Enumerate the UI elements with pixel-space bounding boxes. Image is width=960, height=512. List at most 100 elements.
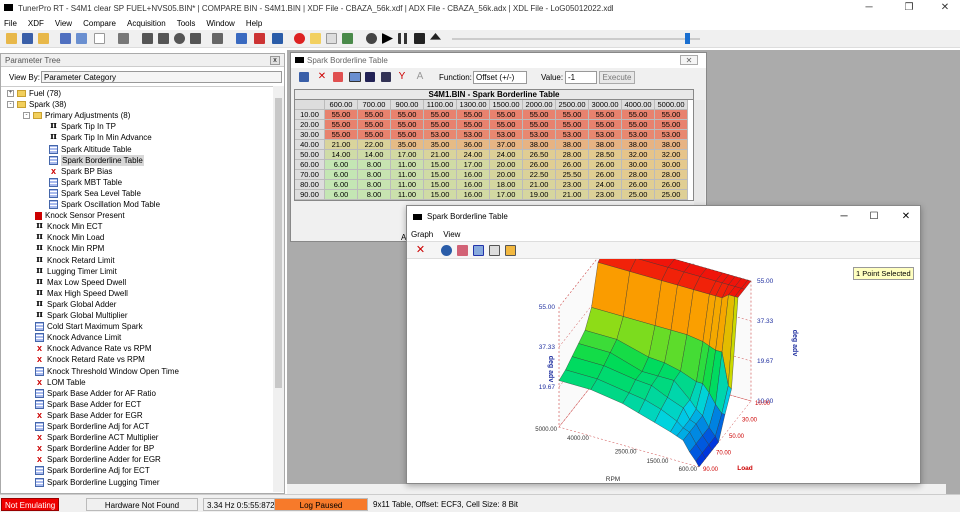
table-cell[interactable]: 11.00 xyxy=(391,170,424,180)
table-cell[interactable]: 22.50 xyxy=(523,170,556,180)
tree-item[interactable]: π Lugging Timer Limit xyxy=(35,266,117,277)
table-cell[interactable]: 24.00 xyxy=(490,150,523,160)
play-icon[interactable] xyxy=(382,33,393,44)
menu-compare[interactable]: Compare xyxy=(83,19,116,28)
table-cell[interactable]: 55.00 xyxy=(325,130,358,140)
tree-item[interactable]: x Knock Retard Rate vs RPM xyxy=(35,354,145,365)
table-cell[interactable]: 55.00 xyxy=(589,110,622,120)
table-cell[interactable]: 36.00 xyxy=(457,140,490,150)
row-header[interactable]: 80.00 xyxy=(295,180,325,190)
table-cell[interactable]: 11.00 xyxy=(391,160,424,170)
execute-button[interactable]: Execute xyxy=(599,71,635,84)
arrow-up-icon[interactable] xyxy=(142,33,153,44)
row-header[interactable]: 10.00 xyxy=(295,110,325,120)
import-icon[interactable] xyxy=(60,33,71,44)
tree-item[interactable]: Spark Borderline Adj for ECT xyxy=(35,465,150,476)
table-cell[interactable]: 23.00 xyxy=(589,190,622,200)
table-cell[interactable]: 17.00 xyxy=(490,190,523,200)
tree-item[interactable]: Spark MBT Table xyxy=(49,177,122,188)
tree-item[interactable]: Knock Threshold Window Open Time xyxy=(35,366,179,377)
menu-window[interactable]: Window xyxy=(206,19,234,28)
tree-item[interactable]: π Knock Min ECT xyxy=(35,221,102,232)
table-cell[interactable]: 53.00 xyxy=(589,130,622,140)
column-header[interactable]: 4000.00 xyxy=(622,100,655,110)
table-cell[interactable]: 17.00 xyxy=(391,150,424,160)
table-cell[interactable]: 15.00 xyxy=(424,170,457,180)
table-cell[interactable]: 28.00 xyxy=(622,170,655,180)
table-cell[interactable]: 21.00 xyxy=(556,190,589,200)
tree-item[interactable]: π Knock Retard Limit xyxy=(35,255,114,266)
tree-item[interactable]: Knock Advance Limit xyxy=(35,332,121,343)
table-cell[interactable]: 20.00 xyxy=(490,170,523,180)
graph-minimize-button[interactable]: ─ xyxy=(829,206,859,228)
tree-item[interactable]: Spark Base Adder for AF Ratio xyxy=(35,388,156,399)
column-header[interactable]: 2500.00 xyxy=(556,100,589,110)
column-header[interactable]: 700.00 xyxy=(358,100,391,110)
revert-icon[interactable]: Y xyxy=(397,72,407,82)
table-cell[interactable]: 53.00 xyxy=(424,130,457,140)
column-header[interactable]: 600.00 xyxy=(325,100,358,110)
expand-toggle-icon[interactable]: - xyxy=(7,101,14,109)
font-icon[interactable]: A xyxy=(415,72,425,82)
table-cell[interactable]: 55.00 xyxy=(655,120,688,130)
menu-view[interactable]: View xyxy=(55,19,72,28)
table-cell[interactable]: 26.00 xyxy=(589,160,622,170)
surface-plot[interactable]: TunerPro - Version 5.00Spark Borderline … xyxy=(407,259,920,483)
tree-item[interactable]: x LOM Table xyxy=(35,377,86,388)
tree-item[interactable]: x Spark Borderline ACT Multiplier xyxy=(35,432,158,443)
table-cell[interactable]: 16.00 xyxy=(457,170,490,180)
table-cell[interactable]: 55.00 xyxy=(358,120,391,130)
save-table-icon[interactable] xyxy=(299,72,309,82)
menu-tools[interactable]: Tools xyxy=(177,19,196,28)
table-cell[interactable]: 38.00 xyxy=(655,140,688,150)
circle-icon[interactable] xyxy=(174,33,185,44)
table-cell[interactable]: 6.00 xyxy=(325,170,358,180)
table-cell[interactable]: 6.00 xyxy=(325,160,358,170)
table-cell[interactable]: 30.00 xyxy=(622,160,655,170)
table-cell[interactable]: 21.00 xyxy=(523,180,556,190)
table-cell[interactable]: 16.00 xyxy=(457,180,490,190)
graph-close-icon[interactable]: ✕ xyxy=(415,245,426,256)
smooth-icon[interactable] xyxy=(381,72,391,82)
table-cell[interactable]: 28.00 xyxy=(556,150,589,160)
table-cell[interactable]: 53.00 xyxy=(523,130,556,140)
line-plot-icon[interactable] xyxy=(457,245,468,256)
table-cell[interactable]: 55.00 xyxy=(424,110,457,120)
table-cell[interactable]: 30.00 xyxy=(655,160,688,170)
menu-acquisition[interactable]: Acquisition xyxy=(127,19,166,28)
table-cell[interactable]: 23.00 xyxy=(556,180,589,190)
arrow-down-icon[interactable] xyxy=(158,33,169,44)
table-cell[interactable]: 55.00 xyxy=(556,110,589,120)
link-icon[interactable] xyxy=(236,33,247,44)
table-cell[interactable]: 6.00 xyxy=(325,190,358,200)
table-cell[interactable]: 24.00 xyxy=(457,150,490,160)
table-cell[interactable]: 17.00 xyxy=(457,160,490,170)
row-header[interactable]: 70.00 xyxy=(295,170,325,180)
tree-item[interactable]: - Spark (38) xyxy=(7,99,66,110)
table-cell[interactable]: 26.00 xyxy=(523,160,556,170)
table-cell[interactable]: 55.00 xyxy=(490,120,523,130)
tree-item[interactable]: π Spark Global Adder xyxy=(35,299,116,310)
table-cell[interactable]: 15.00 xyxy=(424,190,457,200)
tree-item[interactable]: Spark Base Adder for ECT xyxy=(35,399,141,410)
table-cell[interactable]: 55.00 xyxy=(358,130,391,140)
table-cell[interactable]: 38.00 xyxy=(622,140,655,150)
playback-slider-track[interactable] xyxy=(452,38,700,40)
tree-item[interactable]: x Spark BP Bias xyxy=(49,166,112,177)
view-by-select[interactable]: Parameter Category xyxy=(41,71,282,83)
table-cell[interactable]: 21.00 xyxy=(325,140,358,150)
menu-help[interactable]: Help xyxy=(246,19,262,28)
table-window-close-button[interactable]: ✕ xyxy=(680,55,698,65)
table-cell[interactable]: 55.00 xyxy=(490,110,523,120)
table-cell[interactable]: 55.00 xyxy=(325,110,358,120)
tree-item[interactable]: Spark Sea Level Table xyxy=(49,188,141,199)
table-cell[interactable]: 19.00 xyxy=(523,190,556,200)
pause-icon[interactable] xyxy=(398,33,409,44)
stop-square-icon[interactable] xyxy=(190,33,201,44)
tree-item[interactable]: Cold Start Maximum Spark xyxy=(35,321,143,332)
table-cell[interactable]: 53.00 xyxy=(556,130,589,140)
eject-icon[interactable] xyxy=(430,33,441,40)
table-cell[interactable]: 15.00 xyxy=(424,160,457,170)
tree-item[interactable]: π Spark Tip In Min Advance xyxy=(49,132,152,143)
wand-icon[interactable] xyxy=(118,33,129,44)
